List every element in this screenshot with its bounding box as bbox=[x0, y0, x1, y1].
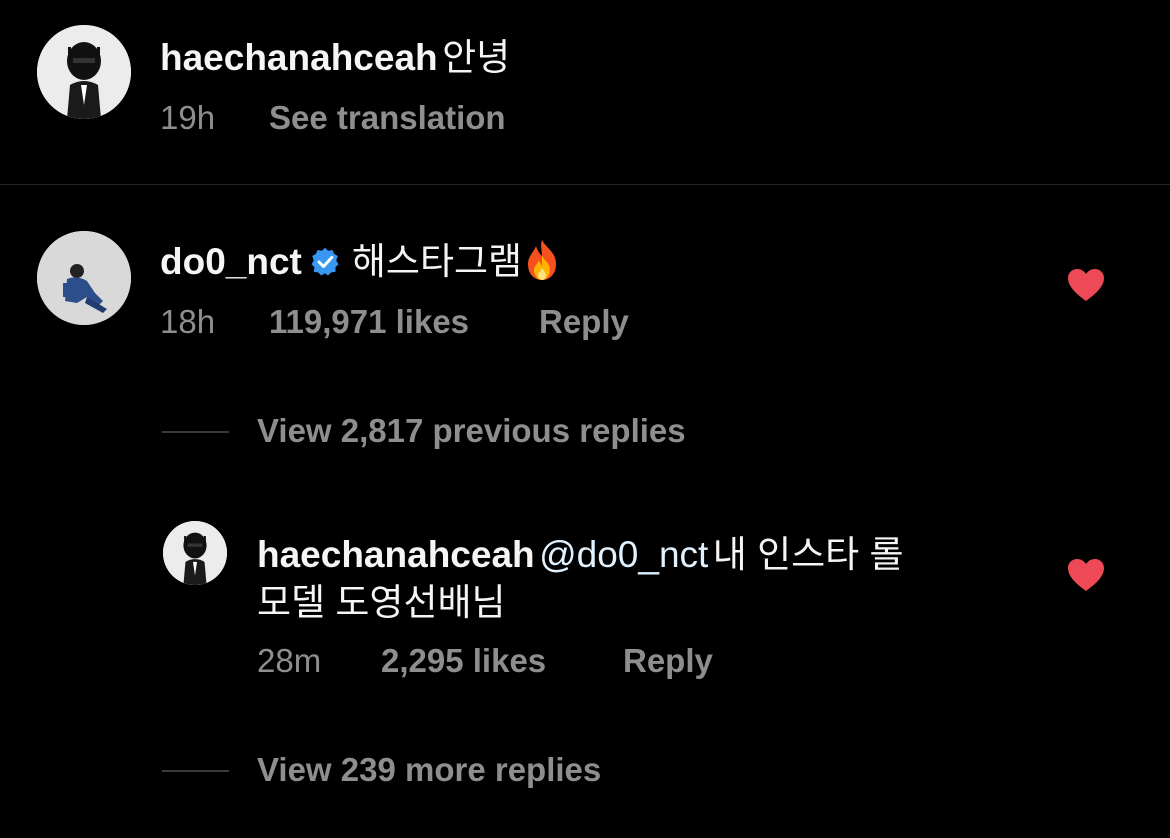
avatar[interactable] bbox=[37, 25, 131, 119]
fire-emoji-icon bbox=[524, 238, 560, 282]
thread-line bbox=[162, 431, 229, 433]
comment-text: 해스타그램 bbox=[351, 241, 523, 282]
comment-2-body: do0_nct 해스타그램 bbox=[160, 231, 560, 285]
heart-icon[interactable] bbox=[1067, 268, 1105, 302]
avatar-seated-person-image bbox=[37, 231, 131, 325]
view-previous-replies-button[interactable]: View 2,817 previous replies bbox=[257, 412, 686, 450]
avatar[interactable] bbox=[37, 231, 131, 325]
mention-link[interactable]: @do0_nct bbox=[539, 534, 708, 575]
likes-count[interactable]: 2,295 likes bbox=[381, 642, 546, 680]
comment-text-continued: 모델 도영선배님 bbox=[257, 582, 506, 623]
comment-text: 내 인스타 롤 bbox=[712, 534, 904, 575]
likes-count[interactable]: 119,971 likes bbox=[269, 303, 469, 341]
avatar[interactable] bbox=[163, 521, 227, 585]
comment-time: 19h bbox=[160, 99, 216, 136]
comment-time: 28m bbox=[257, 642, 322, 679]
see-translation-button[interactable]: See translation bbox=[269, 99, 506, 137]
avatar-helmet-figure-image bbox=[163, 521, 227, 585]
reply-button[interactable]: Reply bbox=[623, 642, 713, 680]
divider bbox=[0, 184, 1170, 185]
comment-text: 안녕 bbox=[442, 37, 511, 78]
username[interactable]: do0_nct bbox=[160, 241, 302, 282]
username[interactable]: haechanahceah bbox=[160, 37, 438, 78]
verified-badge-icon bbox=[310, 247, 340, 277]
comment-time: 18h bbox=[160, 303, 216, 340]
reply-1-line-1: haechanahceah @do0_nct 내 인스타 롤 bbox=[257, 524, 904, 578]
view-more-replies-button[interactable]: View 239 more replies bbox=[257, 751, 601, 789]
heart-icon[interactable] bbox=[1067, 558, 1105, 592]
avatar-helmet-figure-image bbox=[37, 25, 131, 119]
comment-1-body: haechanahceah 안녕 bbox=[160, 27, 510, 81]
thread-line bbox=[162, 770, 229, 772]
reply-button[interactable]: Reply bbox=[539, 303, 629, 341]
username[interactable]: haechanahceah bbox=[257, 534, 535, 575]
